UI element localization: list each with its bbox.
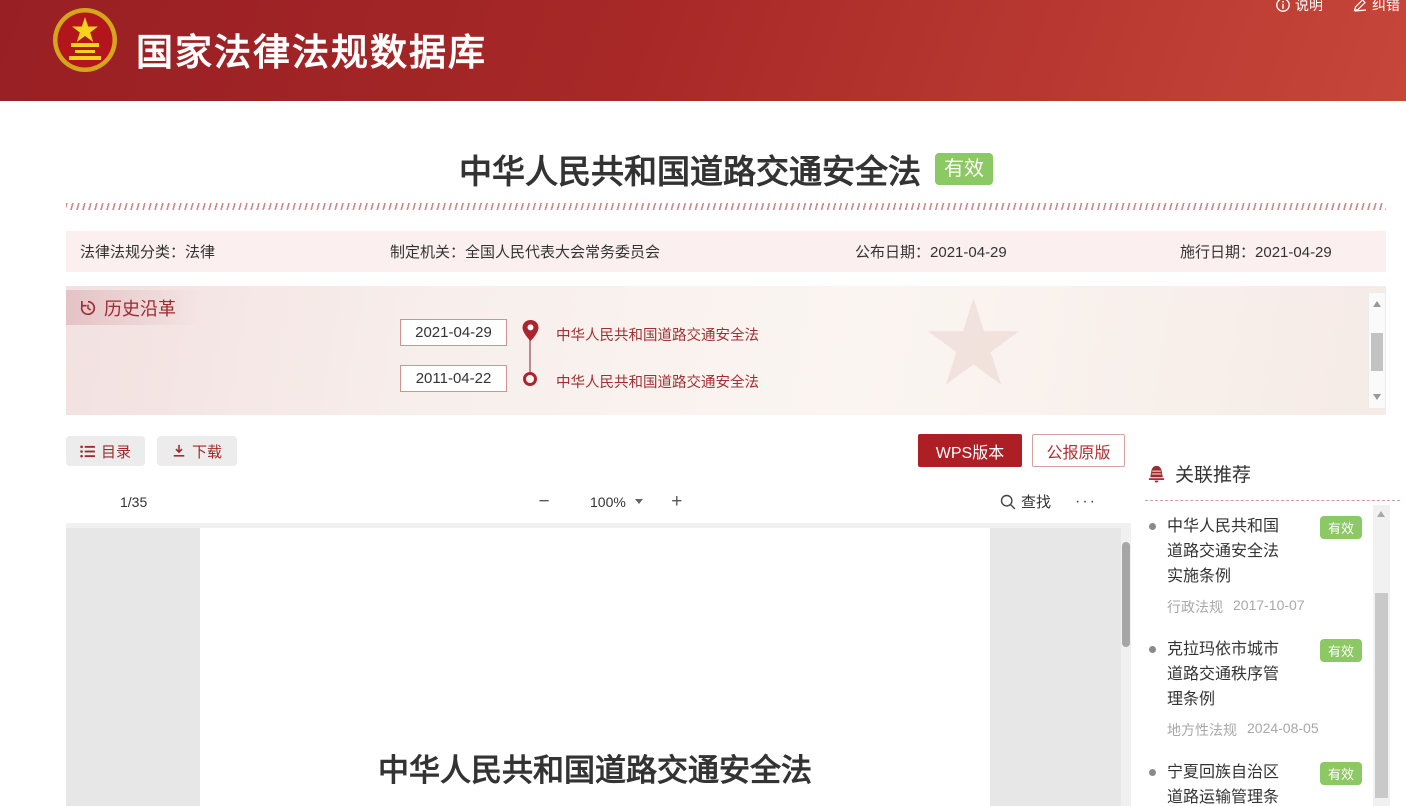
related-item-meta: 地方性法规 2024-08-05 — [1167, 720, 1377, 740]
history-section-title: 历史沿革 — [66, 290, 206, 325]
zoom-out-button[interactable]: − — [534, 491, 554, 513]
timeline-item-link[interactable]: 中华人民共和国道路交通安全法 — [556, 324, 759, 345]
star-watermark — [926, 298, 1021, 393]
scroll-up-icon[interactable] — [1373, 301, 1381, 307]
pdf-document-title: 中华人民共和国道路交通安全法 — [200, 745, 990, 790]
history-panel: 历史沿革 2021-04-29 中华人民共和国道路交通安全法 2011-04-2… — [66, 286, 1386, 415]
bullet-icon — [1149, 769, 1156, 776]
pdf-toolbar: 1/35 − 100% + 查找 ··· — [66, 480, 1131, 523]
bullet-icon — [1149, 646, 1156, 653]
page-indicator: 1/35 — [120, 480, 147, 523]
find-button[interactable]: 查找 — [1000, 491, 1051, 512]
wps-version-button[interactable]: WPS版本 — [918, 434, 1022, 467]
info-icon — [1276, 0, 1290, 12]
status-badge: 有效 — [1320, 639, 1362, 662]
timeline-date-box: 2021-04-29 — [400, 319, 507, 346]
related-list: 中华人民共和国道路交通安全法实施条例 有效 行政法规 2017-10-07 克拉… — [1145, 501, 1400, 806]
meta-enacting-body: 制定机关：全国人民代表大会常务委员会 — [390, 241, 855, 262]
timeline-pin-icon — [521, 319, 540, 343]
help-link[interactable]: 说明 — [1276, 0, 1323, 15]
download-icon — [172, 444, 186, 458]
doc-title: 中华人民共和国道路交通安全法 — [459, 145, 921, 193]
page: 国家法律法规数据库 说明 纠错 中华人民共和国道路交通安全法 有效 法律法规分类… — [0, 0, 1406, 806]
zoom-level[interactable]: 100% — [590, 494, 626, 510]
doc-title-row: 中华人民共和国道路交通安全法 有效 — [66, 138, 1386, 200]
scroll-down-icon[interactable] — [1373, 394, 1381, 400]
correction-label: 纠错 — [1372, 0, 1400, 15]
pdf-scrollbar[interactable] — [1121, 528, 1131, 806]
zoom-in-button[interactable]: + — [667, 491, 687, 513]
timeline-item-link[interactable]: 中华人民共和国道路交通安全法 — [556, 371, 759, 392]
timeline-date-box: 2011-04-22 — [400, 365, 507, 392]
timeline-circle-icon — [523, 372, 537, 386]
scroll-up-icon[interactable] — [1377, 511, 1385, 517]
related-item[interactable]: 克拉玛依市城市道路交通秩序管理条例 有效 地方性法规 2024-08-05 — [1147, 637, 1377, 740]
related-item[interactable]: 宁夏回族自治区道路运输管理条例 有效 — [1147, 760, 1377, 806]
header-links: 说明 纠错 — [1276, 0, 1400, 15]
zoom-dropdown-caret-icon[interactable] — [635, 499, 643, 504]
related-section-title: 关联推荐 — [1145, 450, 1400, 501]
related-item[interactable]: 中华人民共和国道路交通安全法实施条例 有效 行政法规 2017-10-07 — [1147, 514, 1377, 617]
pencil-icon — [1353, 0, 1367, 12]
scrollbar-thumb[interactable] — [1122, 542, 1130, 647]
national-emblem-logo — [52, 7, 118, 73]
meta-effective-date: 施行日期：2021-04-29 — [1180, 241, 1386, 262]
help-label: 说明 — [1295, 0, 1323, 15]
correction-link[interactable]: 纠错 — [1353, 0, 1400, 15]
related-sidebar: 关联推荐 中华人民共和国道路交通安全法实施条例 有效 行政法规 2017-10-… — [1145, 450, 1400, 806]
decorative-hatch-divider — [66, 203, 1386, 210]
status-badge: 有效 — [935, 153, 993, 185]
meta-category: 法律法规分类：法律 — [80, 241, 390, 262]
zoom-controls: − 100% + — [534, 480, 687, 523]
related-item-title: 中华人民共和国道路交通安全法实施条例 — [1167, 514, 1283, 589]
site-title: 国家法律法规数据库 — [136, 22, 487, 76]
related-item-meta: 行政法规 2017-10-07 — [1167, 597, 1377, 617]
meta-publish-date: 公布日期：2021-04-29 — [855, 241, 1180, 262]
pdf-viewer: 1/35 − 100% + 查找 ··· 中华人民共和国道路交通安全法 — [66, 480, 1131, 806]
meta-bar: 法律法规分类：法律 制定机关：全国人民代表大会常务委员会 公布日期：2021-0… — [66, 231, 1386, 272]
find-tools: 查找 ··· — [1000, 480, 1097, 523]
related-item-title: 克拉玛依市城市道路交通秩序管理条例 — [1167, 637, 1283, 712]
related-scrollbar[interactable] — [1373, 505, 1390, 806]
catalog-button[interactable]: 目录 — [66, 436, 145, 466]
pdf-canvas: 中华人民共和国道路交通安全法 — [66, 523, 1131, 806]
site-header: 国家法律法规数据库 说明 纠错 — [0, 0, 1406, 101]
bullet-icon — [1149, 523, 1156, 530]
gazette-original-button[interactable]: 公报原版 — [1032, 434, 1125, 467]
status-badge: 有效 — [1320, 516, 1362, 539]
related-item-title: 宁夏回族自治区道路运输管理条例 — [1167, 760, 1283, 806]
scrollbar-thumb[interactable] — [1375, 593, 1388, 798]
status-badge: 有效 — [1320, 762, 1362, 785]
history-scrollbar[interactable] — [1368, 292, 1386, 409]
download-button[interactable]: 下载 — [157, 436, 237, 466]
more-options-button[interactable]: ··· — [1075, 493, 1097, 511]
list-icon — [80, 445, 95, 458]
search-icon — [1000, 494, 1016, 510]
history-clock-icon — [79, 299, 97, 317]
pdf-page: 中华人民共和国道路交通安全法 — [200, 528, 990, 806]
scrollbar-thumb[interactable] — [1371, 333, 1383, 371]
bell-icon — [1147, 464, 1166, 483]
